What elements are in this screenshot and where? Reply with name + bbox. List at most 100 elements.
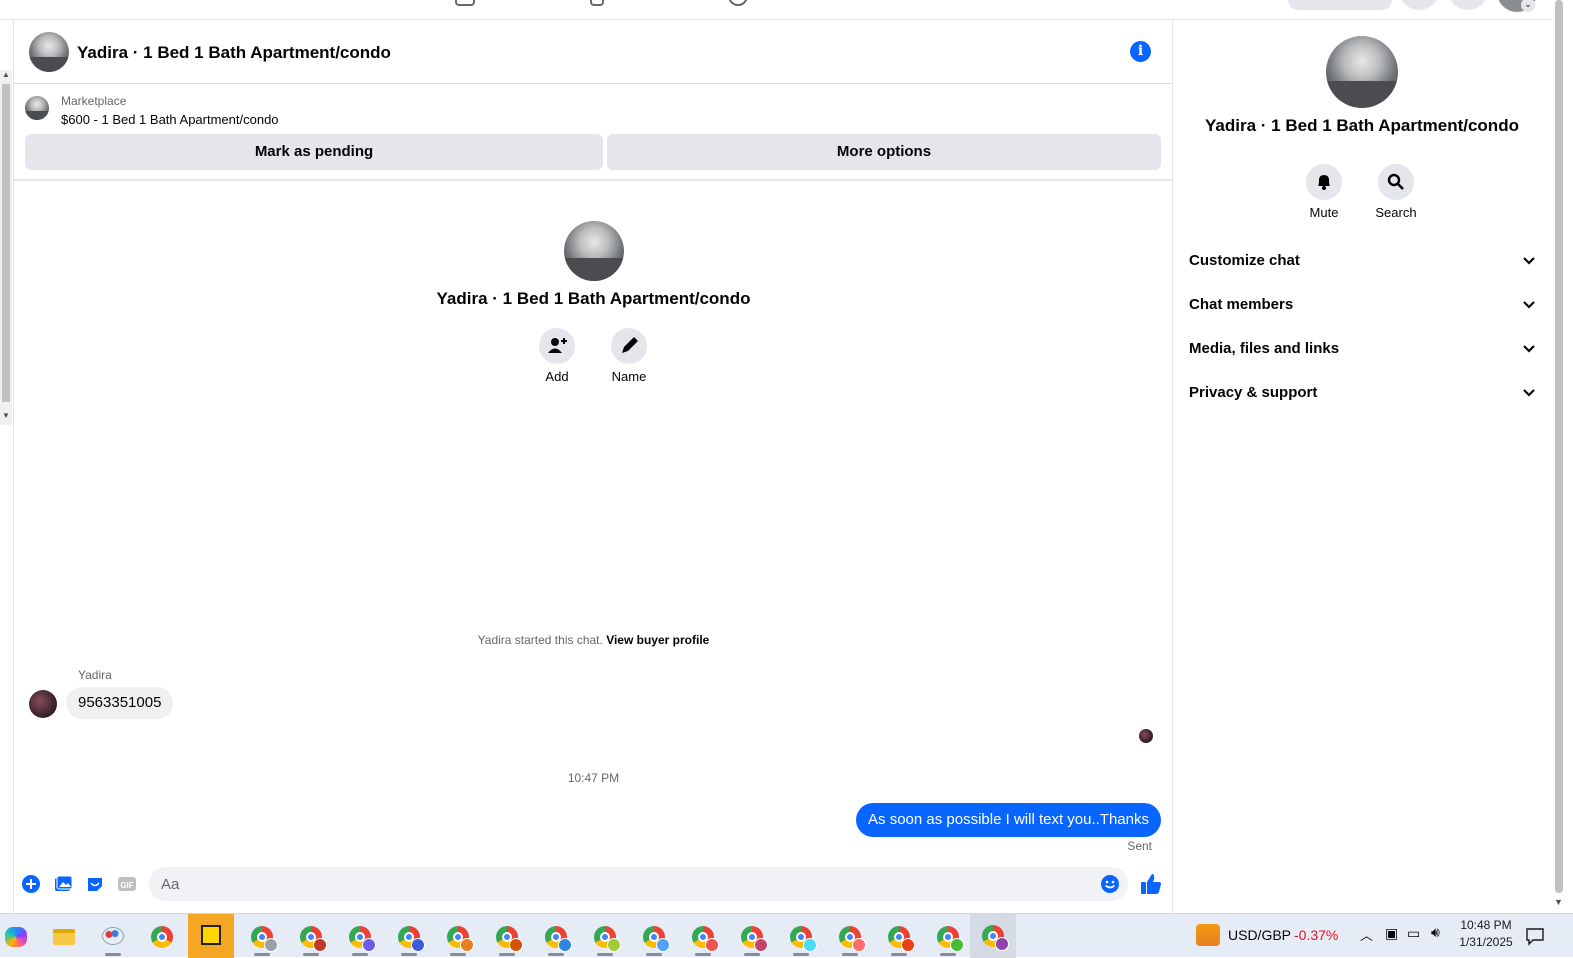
paint-icon[interactable]: [96, 920, 130, 956]
scroll-down-arrow-icon[interactable]: ▼: [1554, 897, 1563, 907]
photo-icon[interactable]: [53, 874, 73, 894]
more-options-button[interactable]: More options: [607, 134, 1161, 170]
bell-icon: [1318, 175, 1330, 190]
marketplace-nav-icon[interactable]: [455, 0, 475, 6]
message-timestamp: 10:47 PM: [567, 771, 620, 785]
chrome-icon[interactable]: [145, 920, 179, 954]
chrome-profile-icon[interactable]: [490, 920, 524, 956]
message-input-container[interactable]: [149, 867, 1128, 901]
clock-date: 1/31/2025: [1459, 935, 1513, 949]
chrome-profile-icon[interactable]: [343, 920, 377, 956]
clock-time: 10:48 PM: [1460, 918, 1512, 932]
page-scrollbar-thumb[interactable]: [1555, 0, 1563, 893]
menu-grid-icon[interactable]: [1399, 0, 1439, 10]
gaming-nav-icon[interactable]: [728, 0, 748, 6]
chat-started-notice: Yadira started this chat. View buyer pro…: [14, 633, 1173, 647]
conversation-title[interactable]: Yadira · 1 Bed 1 Bath Apartment/condo: [77, 43, 391, 63]
search-label: Search: [1375, 205, 1417, 220]
conversation-large-avatar: [564, 221, 624, 281]
scroll-up-arrow-icon[interactable]: ▲: [2, 70, 10, 79]
copilot-icon[interactable]: [0, 920, 34, 954]
system-clock[interactable]: 10:48 PM 1/31/2025: [1455, 917, 1517, 951]
marketplace-listing-bar: Marketplace $600 - 1 Bed 1 Bath Apartmen…: [14, 85, 1173, 181]
chrome-profile-icon[interactable]: [245, 920, 279, 956]
chrome-profile-icon[interactable]: [735, 920, 769, 956]
add-label: Add: [545, 369, 569, 384]
message-status: Sent: [1127, 839, 1152, 853]
conversation-name: Yadira · 1 Bed 1 Bath Apartment/condo: [436, 289, 751, 308]
chrome-active-window-icon[interactable]: [970, 914, 1016, 958]
chrome-profile-icon[interactable]: [882, 920, 916, 956]
account-avatar[interactable]: ⌄: [1497, 0, 1537, 12]
chrome-profile-icon[interactable]: [294, 920, 328, 956]
left-scrollbar[interactable]: ▲ ▼: [0, 70, 12, 425]
chevron-down-icon: [1523, 301, 1535, 309]
name-button[interactable]: [611, 328, 647, 364]
ticker-change: -0.37%: [1294, 927, 1339, 943]
chat-members-label: Chat members: [1189, 296, 1294, 313]
show-hidden-icons-icon[interactable]: ︿: [1360, 925, 1373, 944]
read-receipt-avatar: [1139, 729, 1153, 743]
mute-button[interactable]: [1306, 164, 1342, 200]
media-files-links-section[interactable]: Media, files and links: [1189, 329, 1539, 369]
ticker-symbol[interactable]: USD/GBP: [1228, 927, 1291, 943]
privacy-support-label: Privacy & support: [1189, 384, 1318, 401]
mute-label: Mute: [1309, 205, 1339, 220]
gif-icon[interactable]: GIF: [117, 874, 137, 894]
chat-started-text: Yadira started this chat.: [477, 633, 603, 647]
chat-header: Yadira · 1 Bed 1 Bath Apartment/condo i: [14, 20, 1173, 84]
chrome-profile-icon[interactable]: [539, 920, 573, 956]
sender-avatar[interactable]: [29, 690, 57, 718]
privacy-support-section[interactable]: Privacy & support: [1189, 373, 1539, 413]
file-explorer-icon[interactable]: [47, 920, 81, 954]
chrome-profile-icon[interactable]: [784, 920, 818, 956]
messenger-icon[interactable]: [1448, 0, 1488, 10]
chrome-profile-icon[interactable]: [441, 920, 475, 956]
chrome-profile-icon[interactable]: [392, 920, 426, 956]
add-people-button[interactable]: [539, 328, 575, 364]
conversation-details-sidebar: Yadira · 1 Bed 1 Bath Apartment/condo Mu…: [1174, 20, 1550, 913]
thumbs-up-icon[interactable]: [1139, 872, 1163, 896]
windows-taskbar: USD/GBP -0.37% ︿ ▣ ▭ 🔊︎ 10:48 PM 1/31/20…: [0, 913, 1573, 958]
top-navigation-bar: ⌄: [0, 0, 1573, 20]
chrome-profile-icon[interactable]: [588, 920, 622, 956]
chrome-profile-icon[interactable]: [637, 920, 671, 956]
page-scrollbar[interactable]: ▼: [1551, 0, 1573, 913]
incoming-message-bubble[interactable]: 9563351005: [66, 687, 174, 719]
find-friends-button[interactable]: [1288, 0, 1392, 10]
pencil-icon: [622, 337, 638, 353]
message-input[interactable]: [161, 867, 1061, 901]
scrollbar-thumb[interactable]: [2, 84, 10, 402]
chevron-down-icon: [1523, 345, 1535, 353]
notification-center-icon[interactable]: [1525, 926, 1545, 946]
chrome-profile-icon[interactable]: [686, 920, 720, 956]
search-icon: [1387, 173, 1404, 190]
volume-icon[interactable]: 🔊︎: [1431, 924, 1440, 941]
chat-members-section[interactable]: Chat members: [1189, 285, 1539, 325]
network-icon[interactable]: ▭: [1407, 925, 1420, 942]
emoji-icon[interactable]: [1100, 874, 1120, 894]
conversation-avatar[interactable]: [29, 32, 69, 72]
sticky-notes-icon[interactable]: [188, 914, 234, 958]
sticker-icon[interactable]: [85, 874, 105, 894]
plus-circle-icon[interactable]: [21, 874, 41, 894]
outgoing-message-bubble[interactable]: As soon as possible I will text you..Tha…: [856, 803, 1161, 837]
info-icon[interactable]: i: [1130, 41, 1151, 62]
chat-pane: Yadira · 1 Bed 1 Bath Apartment/condo i …: [13, 20, 1173, 913]
meet-now-icon[interactable]: ▣: [1385, 925, 1398, 942]
add-person-icon: [548, 338, 567, 353]
message-sender-name: Yadira: [78, 668, 112, 682]
groups-nav-icon[interactable]: [590, 0, 604, 6]
media-files-links-label: Media, files and links: [1189, 340, 1340, 357]
chrome-profile-icon[interactable]: [931, 920, 965, 956]
view-buyer-profile-link[interactable]: View buyer profile: [606, 633, 709, 647]
listing-thumbnail[interactable]: [25, 96, 49, 120]
listing-title[interactable]: $600 - 1 Bed 1 Bath Apartment/condo: [61, 112, 279, 127]
chevron-down-icon: ⌄: [1521, 0, 1535, 12]
mark-as-pending-button[interactable]: Mark as pending: [25, 134, 603, 170]
chrome-profile-icon[interactable]: [833, 920, 867, 956]
search-button[interactable]: [1378, 164, 1414, 200]
scroll-down-arrow-icon[interactable]: ▼: [2, 411, 10, 420]
customize-chat-section[interactable]: Customize chat: [1189, 241, 1539, 281]
stock-ticker-icon[interactable]: [1196, 924, 1220, 946]
